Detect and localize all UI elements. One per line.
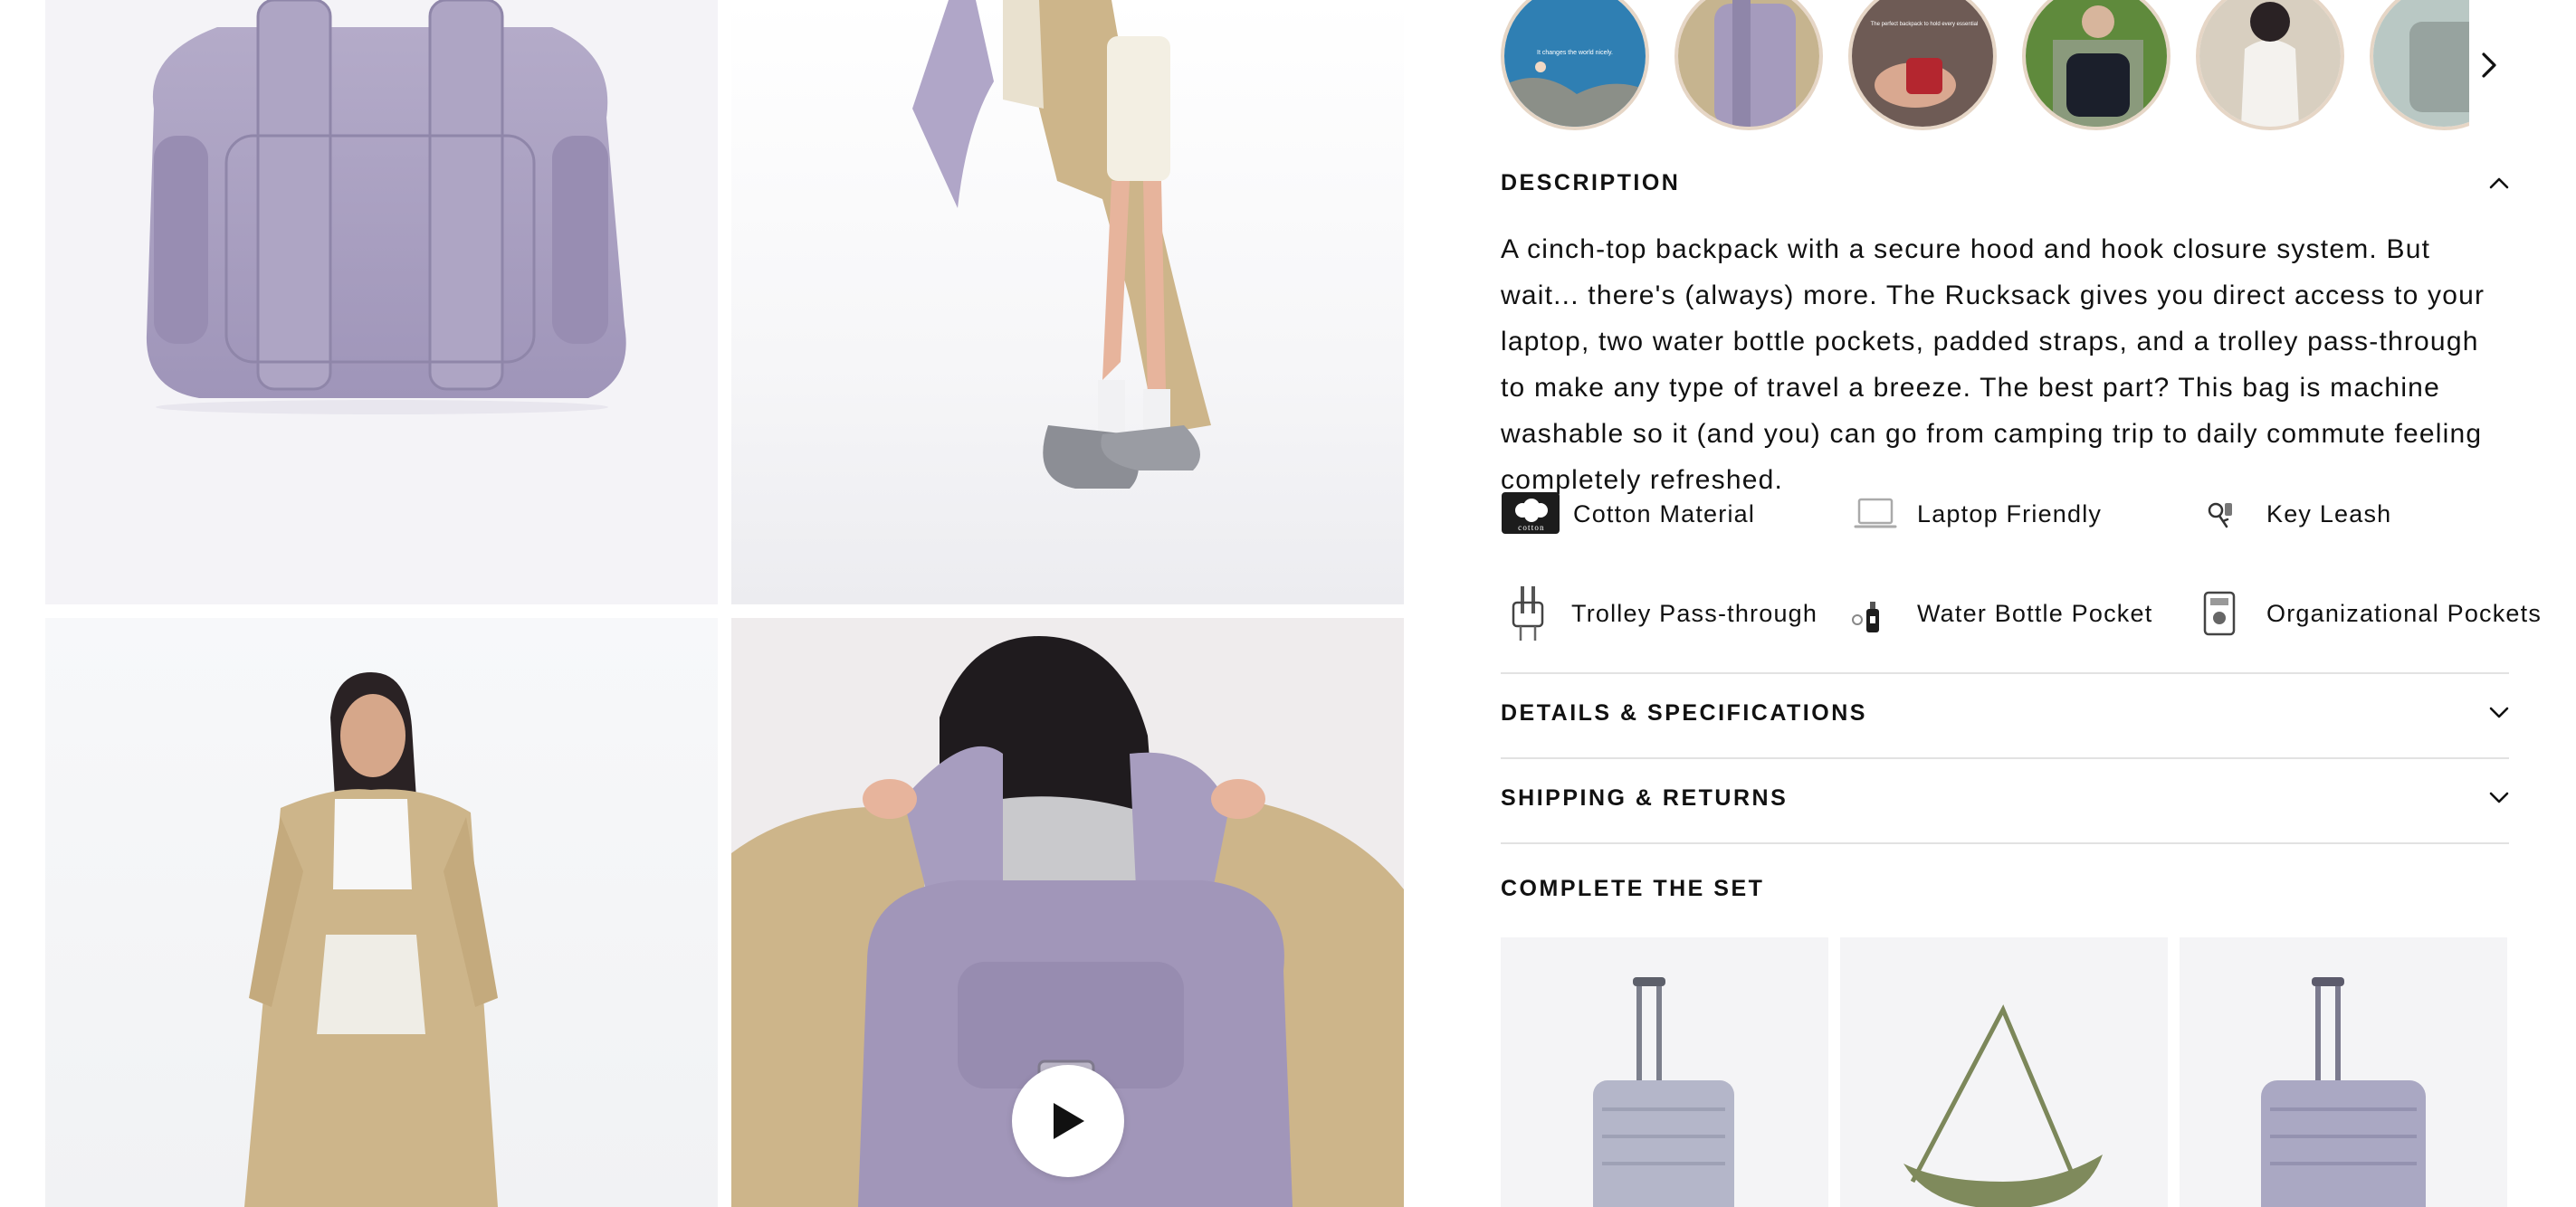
feature-water-bottle-pocket: Water Bottle Pocket (1848, 588, 2152, 639)
details-accordion-header[interactable]: DETAILS & SPECIFICATIONS (1501, 686, 2509, 740)
chevron-up-icon (2489, 177, 2509, 189)
feature-label: Laptop Friendly (1917, 499, 2103, 527)
thumbnail-lake[interactable]: It changes the world nicely. (1501, 0, 1649, 130)
cotton-icon: cotton (1501, 489, 1564, 539)
description-text: A cinch-top backpack with a secure hood … (1501, 234, 2485, 495)
feature-laptop-friendly: Laptop Friendly (1854, 489, 2102, 539)
backpack-back-illustration (146, 0, 626, 414)
product-card-carry-on[interactable] (1501, 937, 1828, 1207)
model-side-illustration (912, 0, 1211, 489)
media-thumbnail-carousel: It changes the world nicely. The perfect… (1501, 0, 2469, 143)
feature-label: Cotton Material (1573, 499, 1756, 527)
chevron-down-icon (2489, 792, 2509, 803)
product-image-backpack-back[interactable] (45, 0, 718, 604)
laptop-icon (1854, 489, 1917, 539)
feature-key-leash: Key Leash (2203, 489, 2391, 539)
thumbnail-hands[interactable]: The perfect backpack to hold every essen… (1848, 0, 1997, 130)
play-icon (1054, 1103, 1084, 1139)
feature-cotton-material: cotton Cotton Material (1501, 489, 1755, 539)
thumbnail-white-top[interactable] (2196, 0, 2344, 130)
description-title: DESCRIPTION (1501, 169, 1681, 195)
divider (1501, 757, 2509, 759)
product-image-model-side[interactable] (731, 0, 1404, 604)
details-title: DETAILS & SPECIFICATIONS (1501, 699, 1867, 726)
water-bottle-icon (1848, 588, 1912, 639)
thumbnail-overlay-text: The perfect backpack to hold every essen… (1871, 22, 1979, 27)
feature-label: Organizational Pockets (2266, 599, 2543, 627)
carry-on-suitcase-image (1593, 977, 1734, 1207)
play-video-button[interactable] (1012, 1065, 1124, 1177)
organizational-pockets-icon (2199, 588, 2263, 639)
chevron-right-icon (2482, 52, 2496, 78)
thumbnail-plaid-shirt[interactable] (2022, 0, 2171, 130)
complete-set-title: COMPLETE THE SET (1501, 876, 1765, 901)
thumbnail-backpack-detail[interactable] (1674, 0, 1823, 130)
feature-trolley-pass-through: Trolley Pass-through (1501, 586, 1818, 641)
trolley-icon (1501, 586, 1564, 641)
product-card-shoulder-bag[interactable] (1840, 937, 2168, 1207)
thumbnail-overlay-text: It changes the world nicely. (1537, 50, 1613, 56)
feature-label: Trolley Pass-through (1571, 599, 1818, 627)
shoulder-bag-image (1903, 1004, 2103, 1207)
shipping-accordion-header[interactable]: SHIPPING & RETURNS (1501, 771, 2509, 825)
model-front-illustration (244, 672, 498, 1207)
thumbnail-next-button[interactable] (2471, 47, 2507, 83)
product-image-model-front[interactable] (45, 618, 718, 1207)
chevron-down-icon (2489, 707, 2509, 718)
shipping-title: SHIPPING & RETURNS (1501, 784, 1789, 811)
description-accordion-header[interactable]: DESCRIPTION (1501, 156, 2509, 210)
feature-label: Water Bottle Pocket (1917, 599, 2153, 627)
feature-label: Key Leash (2266, 499, 2392, 527)
product-card-large-suitcase[interactable] (2180, 937, 2507, 1207)
divider (1501, 842, 2509, 844)
feature-organizational-pockets: Organizational Pockets (2199, 588, 2542, 639)
cotton-badge-text: cotton (1518, 523, 1545, 532)
key-leash-icon (2203, 489, 2266, 539)
divider (1501, 672, 2509, 674)
large-suitcase-image (2261, 977, 2426, 1207)
thumbnail-partial[interactable] (2370, 0, 2469, 130)
